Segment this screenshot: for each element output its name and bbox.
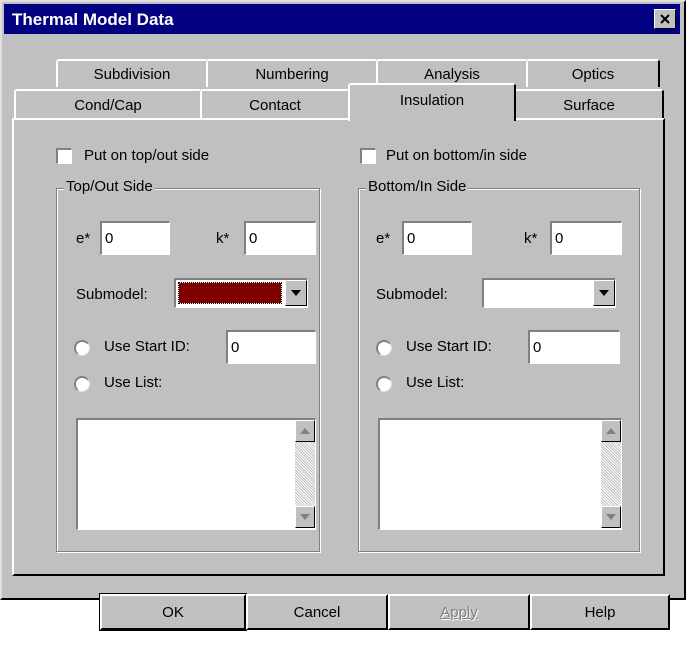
tab-label: Surface <box>563 96 615 114</box>
top-use-list-radio[interactable] <box>74 376 90 392</box>
ok-button[interactable]: OK <box>99 593 247 631</box>
top-k-label: k* <box>216 230 230 247</box>
tab-optics[interactable]: Optics <box>526 59 660 87</box>
chevron-up-icon <box>606 428 616 434</box>
top-submodel-dropdown[interactable] <box>174 278 308 308</box>
dropdown-button[interactable] <box>593 280 615 306</box>
chevron-down-icon <box>599 290 609 296</box>
scroll-up-button[interactable] <box>601 420 621 442</box>
bottom-e-input[interactable]: 0 <box>402 221 472 255</box>
ok-label: OK <box>162 603 184 621</box>
bottom-e-label: e* <box>376 230 391 247</box>
tab-subdivision[interactable]: Subdivision <box>56 59 208 87</box>
bottom-in-side-title: Bottom/In Side <box>366 178 469 195</box>
bottom-use-list-label: Use List: <box>406 374 465 391</box>
chevron-down-icon <box>291 290 301 296</box>
bottom-k-input[interactable]: 0 <box>550 221 622 255</box>
bottom-side-checkbox-label: Put on bottom/in side <box>386 147 527 164</box>
bottom-side-checkbox[interactable] <box>360 148 376 164</box>
top-start-id-input[interactable]: 0 <box>226 330 316 364</box>
chevron-down-icon <box>300 514 310 520</box>
bottom-submodel-dropdown[interactable] <box>482 278 616 308</box>
dropdown-button[interactable] <box>285 280 307 306</box>
top-list-scrollbar[interactable] <box>295 420 315 528</box>
help-label: Help <box>584 603 616 621</box>
bottom-list-scrollbar[interactable] <box>601 420 621 528</box>
tab-surface[interactable]: Surface <box>514 89 664 119</box>
bottom-k-value: 0 <box>555 230 564 247</box>
submodel-color-swatch <box>178 282 282 304</box>
swatch-fill <box>179 283 281 303</box>
tab-label: Cond/Cap <box>74 96 142 114</box>
top-side-checkbox[interactable] <box>56 148 72 164</box>
tab-label: Insulation <box>399 91 465 109</box>
tab-insulation[interactable]: Insulation <box>348 83 516 121</box>
cancel-button[interactable]: Cancel <box>246 594 388 630</box>
top-k-value: 0 <box>249 230 258 247</box>
help-button[interactable]: Help <box>530 594 670 630</box>
top-use-start-id-label: Use Start ID: <box>104 338 190 355</box>
top-k-input[interactable]: 0 <box>244 221 316 255</box>
bottom-list-box[interactable] <box>378 418 622 530</box>
tab-cond-cap[interactable]: Cond/Cap <box>14 89 202 119</box>
insulation-panel: Put on top/out side Put on bottom/in sid… <box>12 118 665 576</box>
scroll-down-button[interactable] <box>295 506 315 528</box>
bottom-e-value: 0 <box>407 230 416 247</box>
top-e-value: 0 <box>105 230 114 247</box>
tab-label: Optics <box>571 65 615 83</box>
scroll-up-button[interactable] <box>295 420 315 442</box>
top-e-input[interactable]: 0 <box>100 221 170 255</box>
tab-contact[interactable]: Contact <box>200 89 350 119</box>
bottom-start-id-input[interactable]: 0 <box>528 330 620 364</box>
top-start-id-value: 0 <box>231 339 240 356</box>
apply-label: Apply <box>440 603 478 621</box>
window-title: Thermal Model Data <box>12 10 174 29</box>
tab-label: Analysis <box>424 65 480 83</box>
top-use-list-label: Use List: <box>104 374 163 391</box>
bottom-k-label: k* <box>524 230 538 247</box>
close-icon <box>660 14 670 24</box>
cancel-label: Cancel <box>293 603 341 621</box>
top-list-box[interactable] <box>76 418 316 530</box>
bottom-use-list-radio[interactable] <box>376 376 392 392</box>
scroll-down-button[interactable] <box>601 506 621 528</box>
chevron-up-icon <box>300 428 310 434</box>
top-e-label: e* <box>76 230 91 247</box>
chevron-down-icon <box>606 514 616 520</box>
tab-label: Contact <box>249 96 301 114</box>
tab-label: Numbering <box>255 65 329 83</box>
title-bar[interactable]: Thermal Model Data <box>4 4 680 34</box>
bottom-submodel-label: Submodel: <box>376 286 448 303</box>
bottom-start-id-value: 0 <box>533 339 542 356</box>
bottom-use-start-id-label: Use Start ID: <box>406 338 492 355</box>
top-out-side-title: Top/Out Side <box>64 178 155 195</box>
close-button[interactable] <box>654 9 676 29</box>
apply-button[interactable]: Apply <box>388 594 530 630</box>
top-submodel-label: Submodel: <box>76 286 148 303</box>
top-use-start-id-radio[interactable] <box>74 340 90 356</box>
top-side-checkbox-label: Put on top/out side <box>84 147 210 164</box>
bottom-use-start-id-radio[interactable] <box>376 340 392 356</box>
tab-label: Subdivision <box>93 65 171 83</box>
